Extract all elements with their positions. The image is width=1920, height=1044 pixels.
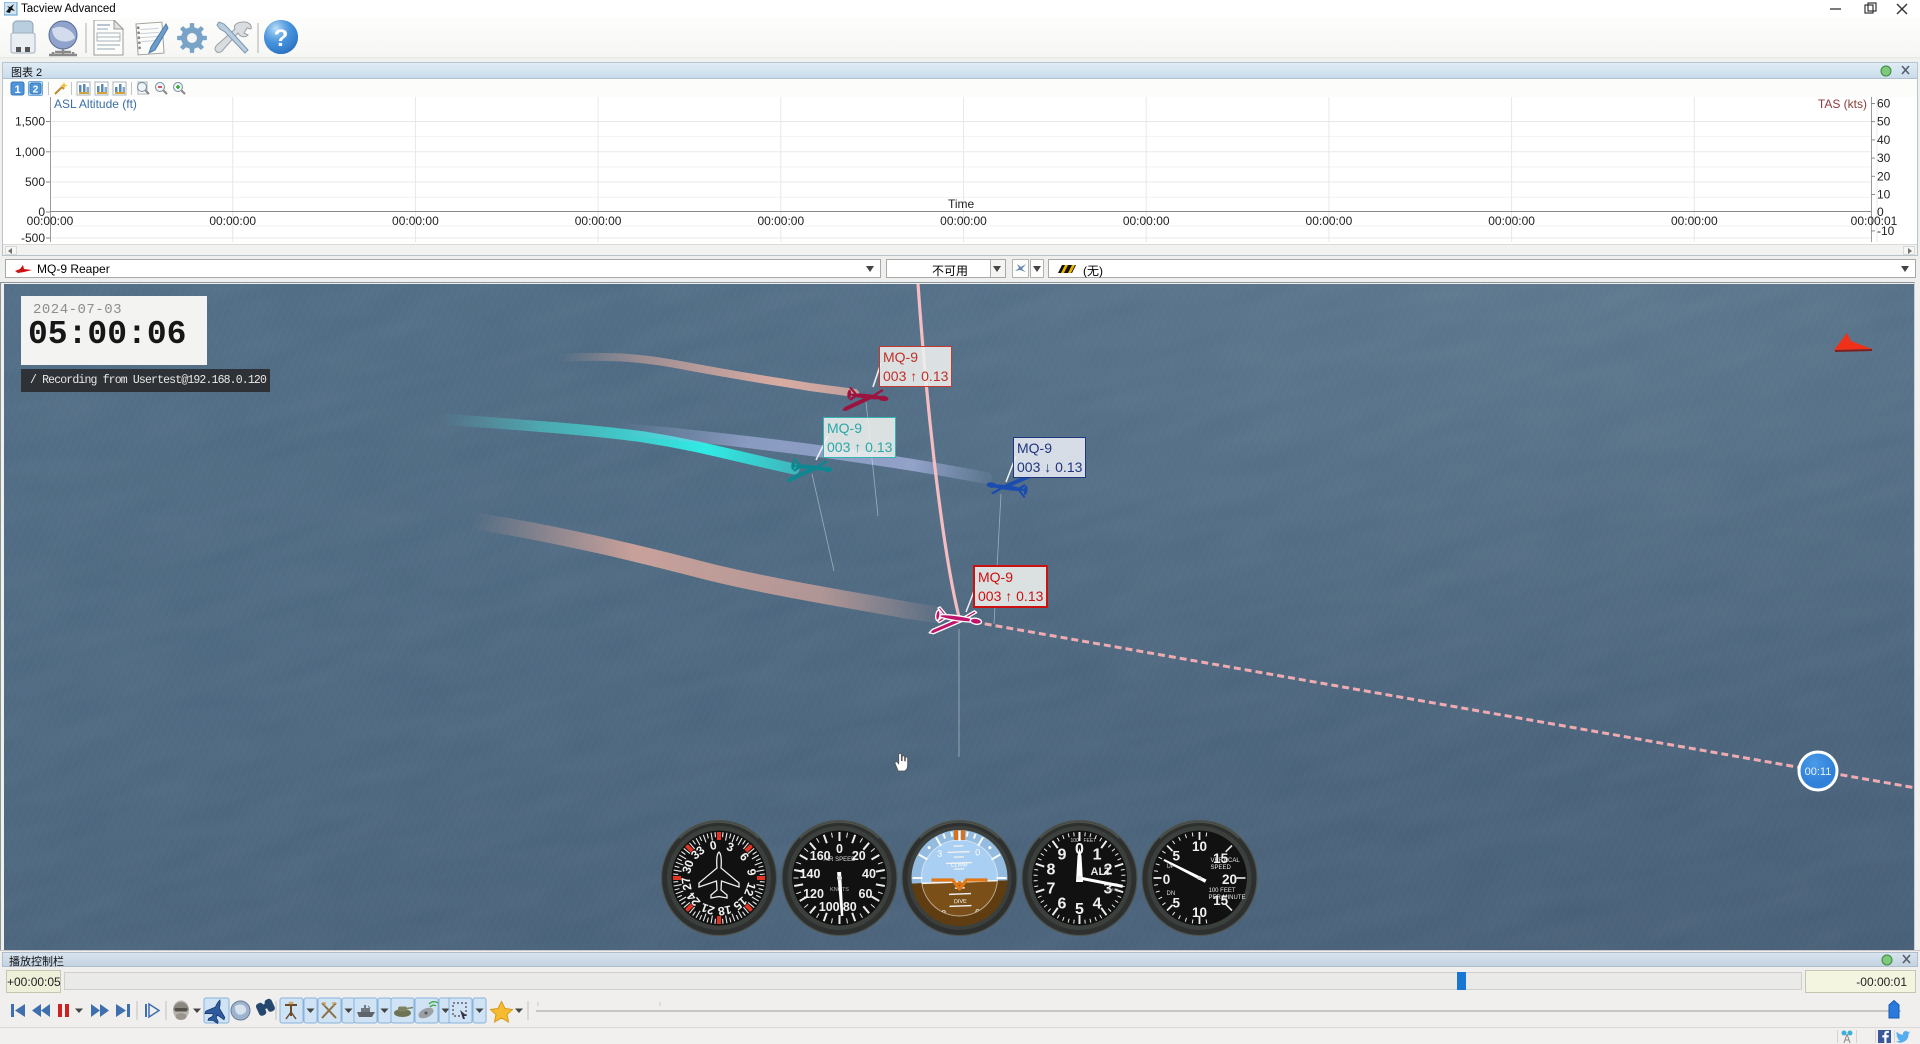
svg-text:4: 4 [1093,895,1102,912]
svg-text:1,500: 1,500 [15,115,45,129]
svg-text:00:00:00: 00:00:00 [1306,214,1353,228]
svg-text:CLIMB: CLIMB [951,862,968,869]
svg-text:40: 40 [1877,133,1891,147]
svg-text:30: 30 [1877,151,1891,165]
svg-text:00:00:00: 00:00:00 [209,214,256,228]
svg-text:6: 6 [1057,895,1066,912]
svg-text:2: 2 [33,85,39,96]
svg-text:DIVE: DIVE [954,899,967,905]
svg-text:0: 0 [836,842,843,856]
svg-text:VERTICAL: VERTICAL [1211,858,1241,864]
svg-text:5: 5 [1075,901,1084,918]
svg-text:-500: -500 [21,231,45,244]
svg-text:1: 1 [1093,847,1102,864]
svg-text:5: 5 [1172,849,1180,864]
svg-text:10: 10 [1192,839,1207,854]
svg-text:20: 20 [1877,169,1891,183]
svg-text:0: 0 [1163,872,1171,887]
svg-text:100: 100 [1071,838,1080,844]
svg-text:00:11: 00:11 [1805,766,1832,778]
svg-text:00:00:00: 00:00:00 [757,214,804,228]
svg-text:00:00:00: 00:00:00 [1123,214,1170,228]
svg-text:Time: Time [948,197,975,211]
svg-text:120: 120 [803,887,824,901]
svg-text:100 FEET: 100 FEET [1209,888,1236,894]
svg-text:8: 8 [1047,862,1056,879]
svg-text:AIR SPEED: AIR SPEED [823,857,856,863]
svg-text:FEET: FEET [1084,838,1097,844]
svg-text:0: 0 [975,847,980,857]
svg-text:9: 9 [1057,847,1066,864]
svg-text:1: 1 [14,84,20,96]
svg-text:60: 60 [1877,97,1891,111]
svg-text:7: 7 [1047,880,1056,897]
svg-text:3: 3 [937,849,942,859]
svg-text:00:00:00: 00:00:00 [1488,214,1535,228]
svg-text:40: 40 [862,867,876,881]
svg-text:00:00:00: 00:00:00 [940,214,987,228]
svg-text:ASL Altitude (ft): ASL Altitude (ft) [54,97,137,111]
svg-text:5: 5 [1172,895,1180,910]
svg-text:00:00:00: 00:00:00 [392,214,439,228]
svg-text:PER MINUTE: PER MINUTE [1209,895,1246,901]
svg-text:140: 140 [800,867,821,881]
svg-text:60: 60 [859,887,873,901]
svg-text:ALT: ALT [1091,866,1112,878]
svg-text:TAS (kts): TAS (kts) [1818,97,1867,111]
svg-text:00:00:01: 00:00:01 [1851,214,1898,228]
svg-text:DN: DN [1167,891,1176,897]
svg-text:100: 100 [819,900,840,914]
svg-text:500: 500 [25,175,45,189]
svg-text:20: 20 [1222,872,1237,887]
svg-text:?: ? [274,25,289,52]
svg-text:SPEED: SPEED [1211,865,1232,871]
svg-text:50: 50 [1877,115,1891,129]
svg-text:1,000: 1,000 [15,145,45,159]
svg-text:00:00:00: 00:00:00 [1671,214,1718,228]
svg-text:80: 80 [843,900,857,914]
svg-text:10: 10 [1877,188,1891,202]
svg-text:00:00:00: 00:00:00 [575,214,622,228]
svg-text:10: 10 [1192,905,1207,920]
svg-text:IN Hg: IN Hg [1107,887,1119,892]
svg-text:00:00:00: 00:00:00 [27,214,74,228]
